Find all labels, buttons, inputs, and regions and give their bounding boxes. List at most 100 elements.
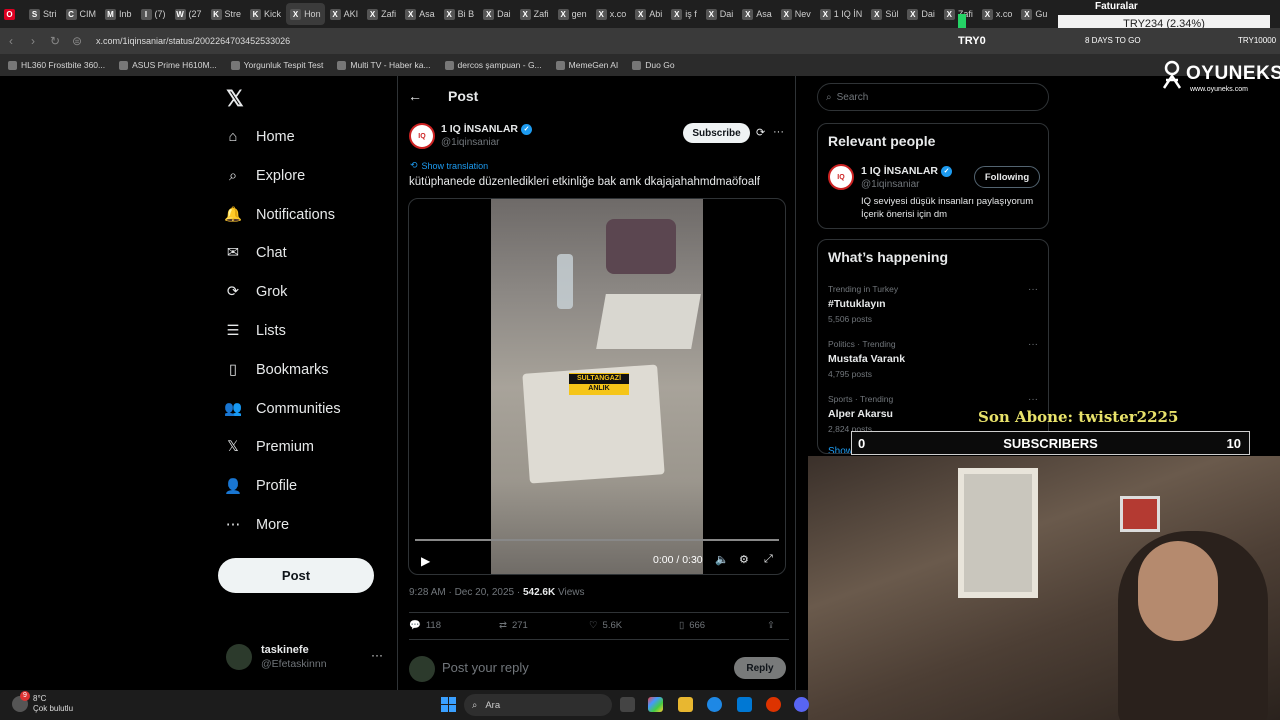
relevant-handle[interactable]: @1iqinsaniar [861, 179, 920, 190]
tab-favicon-icon: X [405, 8, 417, 20]
url-field[interactable]: x.com/1iqinsaniar/status/200226470345253… [96, 36, 290, 46]
volume-icon[interactable]: 🔈 [715, 553, 729, 566]
settings-icon[interactable]: ⚙ [739, 553, 749, 566]
x-logo-icon[interactable]: 𝕏 [226, 86, 244, 112]
nav-item-communities[interactable]: 👥 Communities [224, 394, 341, 424]
browser-tab[interactable]: X AKI [326, 3, 363, 25]
like-action[interactable]: ♡ 5.6K [589, 620, 622, 631]
reload-icon[interactable]: ↻ [44, 34, 66, 48]
browser-tab[interactable]: XZafi [363, 3, 400, 25]
post-timestamp[interactable]: 9:28 AM · Dec 20, 2025 · [409, 587, 523, 598]
tab-label: Zafi [533, 9, 549, 19]
bookmark-item[interactable]: ASUS Prime H610M... [119, 60, 217, 70]
nav-item-grok[interactable]: ⟳ Grok [224, 277, 288, 307]
browser-tab[interactable]: Xgen [554, 3, 591, 25]
nav-item-notifications[interactable]: 🔔 Notifications [224, 200, 335, 230]
file-explorer-icon[interactable] [678, 697, 693, 712]
browser-tab[interactable]: K Kick [246, 3, 285, 25]
repost-action[interactable]: ⇄ 271 [499, 620, 528, 631]
nav-item-bookmarks[interactable]: ▯ Bookmarks [224, 355, 329, 385]
show-translation-link[interactable]: ⟲ Show translation [410, 160, 488, 171]
relevant-name[interactable]: 1 IQ İNSANLAR ✓ [861, 165, 953, 177]
bookmark-favicon-icon [8, 60, 17, 70]
taskbar-search[interactable]: ⌕ Ara [464, 694, 612, 716]
tab-label: Zafi [381, 9, 397, 19]
post-button[interactable]: Post [218, 558, 374, 593]
nav-item-home[interactable]: ⌂ Home [224, 122, 295, 152]
nav-item-lists[interactable]: ☰ Lists [224, 316, 286, 346]
opera-icon[interactable] [766, 697, 781, 712]
bookmark-action[interactable]: ▯ 666 [679, 620, 705, 631]
relevant-avatar[interactable]: IQ [828, 164, 854, 190]
author-handle[interactable]: @1iqinsaniar [441, 137, 500, 148]
reply-input[interactable]: Post your reply [442, 660, 529, 675]
store-icon[interactable] [737, 697, 752, 712]
search-input[interactable]: ⌕ Search [817, 83, 1049, 111]
browser-tab[interactable]: X Dai [479, 3, 515, 25]
browser-tab[interactable]: Xx.co [592, 3, 631, 25]
browser-tab[interactable]: I (7) [137, 3, 170, 25]
back-icon[interactable]: ‹ [0, 34, 22, 48]
browser-tab[interactable]: X Asa [738, 3, 776, 25]
browser-tab[interactable]: X Gu [1017, 3, 1051, 25]
author-name[interactable]: 1 IQ İNSANLAR ✓ [441, 123, 533, 135]
bookmark-item[interactable]: MemeGen AI [555, 60, 618, 70]
discord-icon[interactable] [794, 697, 809, 712]
author-avatar[interactable]: IQ [409, 123, 435, 149]
browser-tab[interactable]: W (27 [171, 3, 206, 25]
browser-tab[interactable]: X Asa [401, 3, 439, 25]
following-button[interactable]: Following [974, 166, 1040, 188]
bookmark-item[interactable]: Multi TV - Haber ka... [337, 60, 431, 70]
browser-tab[interactable]: Xx.co [978, 3, 1017, 25]
trend-item[interactable]: Trending in Turkey #Tutuklayın 5,506 posts… [828, 284, 1040, 329]
trend-more-icon[interactable]: ··· [1028, 284, 1038, 295]
grok-icon[interactable]: ⟳ [756, 126, 765, 139]
video-progress-bar[interactable] [415, 539, 779, 541]
browser-tab[interactable]: X Dai [903, 3, 939, 25]
edge-icon[interactable] [707, 697, 722, 712]
browser-tab[interactable]: X1 IQ İN [816, 3, 867, 25]
share-action[interactable]: ⇪ [767, 620, 775, 631]
browser-tab[interactable]: X Hon [286, 3, 325, 25]
browser-tab[interactable]: M Inb [101, 3, 136, 25]
copilot-icon[interactable] [648, 697, 663, 712]
trend-more-icon[interactable]: ··· [1028, 339, 1038, 350]
browser-tab[interactable]: S Stri [25, 3, 61, 25]
browser-tab[interactable]: XZafi [516, 3, 553, 25]
nav-item-more[interactable]: ⋯ More [224, 510, 289, 540]
browser-tab[interactable]: X Sül [867, 3, 902, 25]
reply-action[interactable]: 💬 118 [409, 620, 441, 631]
trend-more-icon[interactable]: ··· [1028, 394, 1038, 405]
play-icon[interactable]: ▶ [421, 554, 430, 568]
subscribe-button[interactable]: Subscribe [683, 123, 750, 143]
browser-tab[interactable]: X Dai [702, 3, 738, 25]
video-player[interactable]: SULTANGAZİ ANLIK ▶ 0:00 / 0:30 🔈 ⚙ ⤢ [408, 198, 786, 575]
browser-menu-button[interactable]: O [0, 3, 24, 25]
account-switcher[interactable]: taskinefe @Efetaskinnn ··· [226, 642, 386, 674]
trend-item[interactable]: Politics · Trending Mustafa Varank 4,795 p… [828, 339, 1040, 384]
browser-tab[interactable]: K Stre [207, 3, 246, 25]
nav-item-premium[interactable]: 𝕏 Premium [224, 432, 314, 462]
browser-tab[interactable]: X Abi [631, 3, 666, 25]
site-info-icon[interactable]: ⊜ [66, 34, 88, 48]
search-placeholder: Search [836, 91, 869, 103]
back-arrow-icon[interactable]: ← [408, 88, 422, 104]
bookmark-item[interactable]: Duo Go [632, 60, 675, 70]
task-view-icon[interactable] [620, 697, 635, 712]
windows-start-icon[interactable] [441, 697, 456, 712]
bookmark-item[interactable]: dercos şampuan - G... [444, 60, 542, 70]
nav-item-explore[interactable]: ⌕ Explore [224, 161, 305, 191]
browser-tab[interactable]: C CIM [62, 3, 101, 25]
reply-button[interactable]: Reply [734, 657, 786, 679]
browser-tab[interactable]: X Nev [777, 3, 815, 25]
bookmark-label: Duo Go [645, 60, 675, 70]
bookmark-item[interactable]: HL360 Frostbite 360... [8, 60, 105, 70]
forward-icon[interactable]: › [22, 34, 44, 48]
bookmark-item[interactable]: Yorgunluk Tespit Test [230, 60, 323, 70]
browser-tab[interactable]: X Bi B [440, 3, 479, 25]
fullscreen-icon[interactable]: ⤢ [764, 553, 773, 566]
browser-tab[interactable]: Xiş f [667, 3, 701, 25]
nav-item-chat[interactable]: ✉ Chat [224, 238, 287, 268]
more-options-icon[interactable]: ··· [773, 126, 784, 138]
nav-item-profile[interactable]: 👤 Profile [224, 471, 297, 501]
